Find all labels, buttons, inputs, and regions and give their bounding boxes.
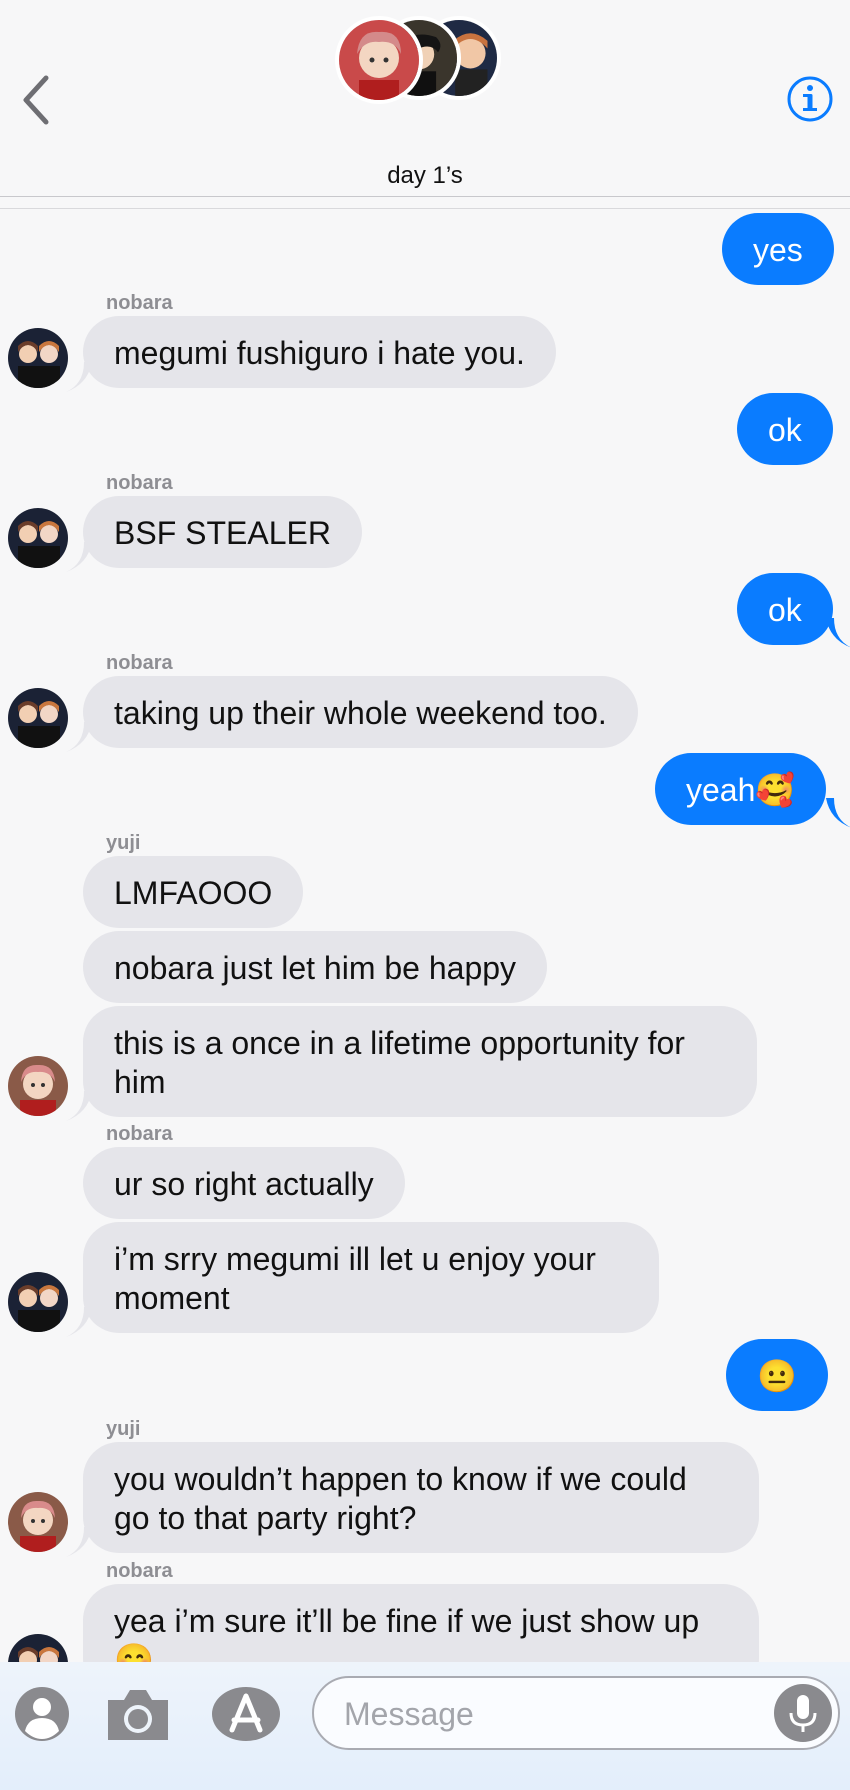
sender-name: yuji: [106, 832, 141, 854]
avatar[interactable]: [8, 508, 68, 568]
bubble-tail: [66, 1527, 92, 1557]
avatar-nobara: [8, 688, 68, 748]
avatar[interactable]: [8, 328, 68, 388]
sender-name: yuji: [106, 1418, 141, 1440]
message-bubble-received[interactable]: LMFAOOO: [83, 856, 304, 928]
group-avatars[interactable]: [335, 14, 505, 104]
avatar[interactable]: [8, 1056, 68, 1116]
camera-icon: [108, 1690, 168, 1740]
avatar[interactable]: [8, 1492, 68, 1552]
avatar-yuji: [8, 1056, 68, 1116]
message-bubble-received[interactable]: ur so right actually: [83, 1147, 405, 1219]
message-bubble-sent[interactable]: yes: [722, 213, 834, 285]
bubble-tail: [66, 1307, 92, 1337]
message-text: LMFAOOO: [114, 875, 273, 911]
message-text: ur so right actually: [114, 1166, 374, 1202]
message-input-bar: Message: [0, 1662, 850, 1790]
avatar-nobara: [8, 508, 68, 568]
conversation-title[interactable]: day 1’s: [0, 162, 850, 190]
contact-icon: [15, 1687, 69, 1741]
sender-name: nobara: [106, 292, 173, 314]
back-button[interactable]: [18, 70, 58, 130]
message-text: nobara just let him be happy: [114, 950, 517, 986]
avatar[interactable]: [8, 1272, 68, 1332]
message-text: yeah🥰: [686, 772, 796, 808]
message-text: 😐: [757, 1358, 797, 1394]
message-bubble-received[interactable]: you wouldn’t happen to know if we could …: [83, 1442, 759, 1553]
message-bubble-received[interactable]: this is a once in a lifetime opportunity…: [83, 1006, 757, 1117]
message-text: you wouldn’t happen to know if we could …: [114, 1461, 687, 1536]
message-text: BSF STEALER: [114, 515, 331, 551]
message-text: megumi fushiguro i hate you.: [114, 335, 525, 371]
bubble-tail: [826, 798, 850, 828]
message-bubble-received[interactable]: taking up their whole weekend too.: [83, 676, 638, 748]
bubble-tail: [66, 542, 92, 572]
message-text: taking up their whole weekend too.: [114, 695, 607, 731]
message-bubble-sent[interactable]: yeah🥰: [655, 753, 827, 825]
message-bubble-sent[interactable]: 😐: [726, 1339, 828, 1411]
message-text: ok: [768, 412, 802, 448]
avatar[interactable]: [8, 688, 68, 748]
sender-name: nobara: [106, 1560, 173, 1582]
microphone-button[interactable]: [774, 1684, 832, 1742]
camera-button[interactable]: [104, 1686, 172, 1747]
message-text: i’m srry megumi ill let u enjoy your mom…: [114, 1241, 596, 1316]
avatar-yuji: [8, 1492, 68, 1552]
contact-button[interactable]: [14, 1686, 70, 1747]
sender-name: nobara: [106, 1123, 173, 1145]
bubble-tail: [66, 1091, 92, 1121]
message-bubble-sent[interactable]: ok: [737, 573, 833, 645]
message-text: yes: [753, 232, 803, 268]
microphone-icon: [789, 1695, 817, 1732]
message-bubble-received[interactable]: nobara just let him be happy: [83, 931, 548, 1003]
message-input[interactable]: Message: [312, 1676, 840, 1750]
chevron-left-icon: [23, 75, 49, 125]
sender-name: nobara: [106, 472, 173, 494]
bubble-tail: [66, 362, 92, 392]
message-bubble-received[interactable]: i’m srry megumi ill let u enjoy your mom…: [83, 1222, 659, 1333]
bubble-tail: [66, 722, 92, 752]
conversation-header: day 1’s: [0, 0, 850, 197]
app-store-icon: [212, 1687, 280, 1741]
avatar: [335, 16, 423, 104]
avatar-nobara: [8, 1272, 68, 1332]
message-bubble-received[interactable]: BSF STEALER: [83, 496, 362, 568]
message-text: this is a once in a lifetime opportunity…: [114, 1025, 685, 1100]
bubble-tail: [826, 618, 850, 648]
app-store-button[interactable]: [210, 1686, 282, 1747]
header-divider: [0, 208, 850, 209]
info-icon: [787, 76, 833, 122]
info-button[interactable]: [786, 75, 834, 123]
message-bubble-received[interactable]: megumi fushiguro i hate you.: [83, 316, 556, 388]
avatar-nobara: [8, 328, 68, 388]
message-text: ok: [768, 592, 802, 628]
message-bubble-sent[interactable]: ok: [737, 393, 833, 465]
sender-name: nobara: [106, 652, 173, 674]
message-placeholder: Message: [344, 1696, 474, 1732]
